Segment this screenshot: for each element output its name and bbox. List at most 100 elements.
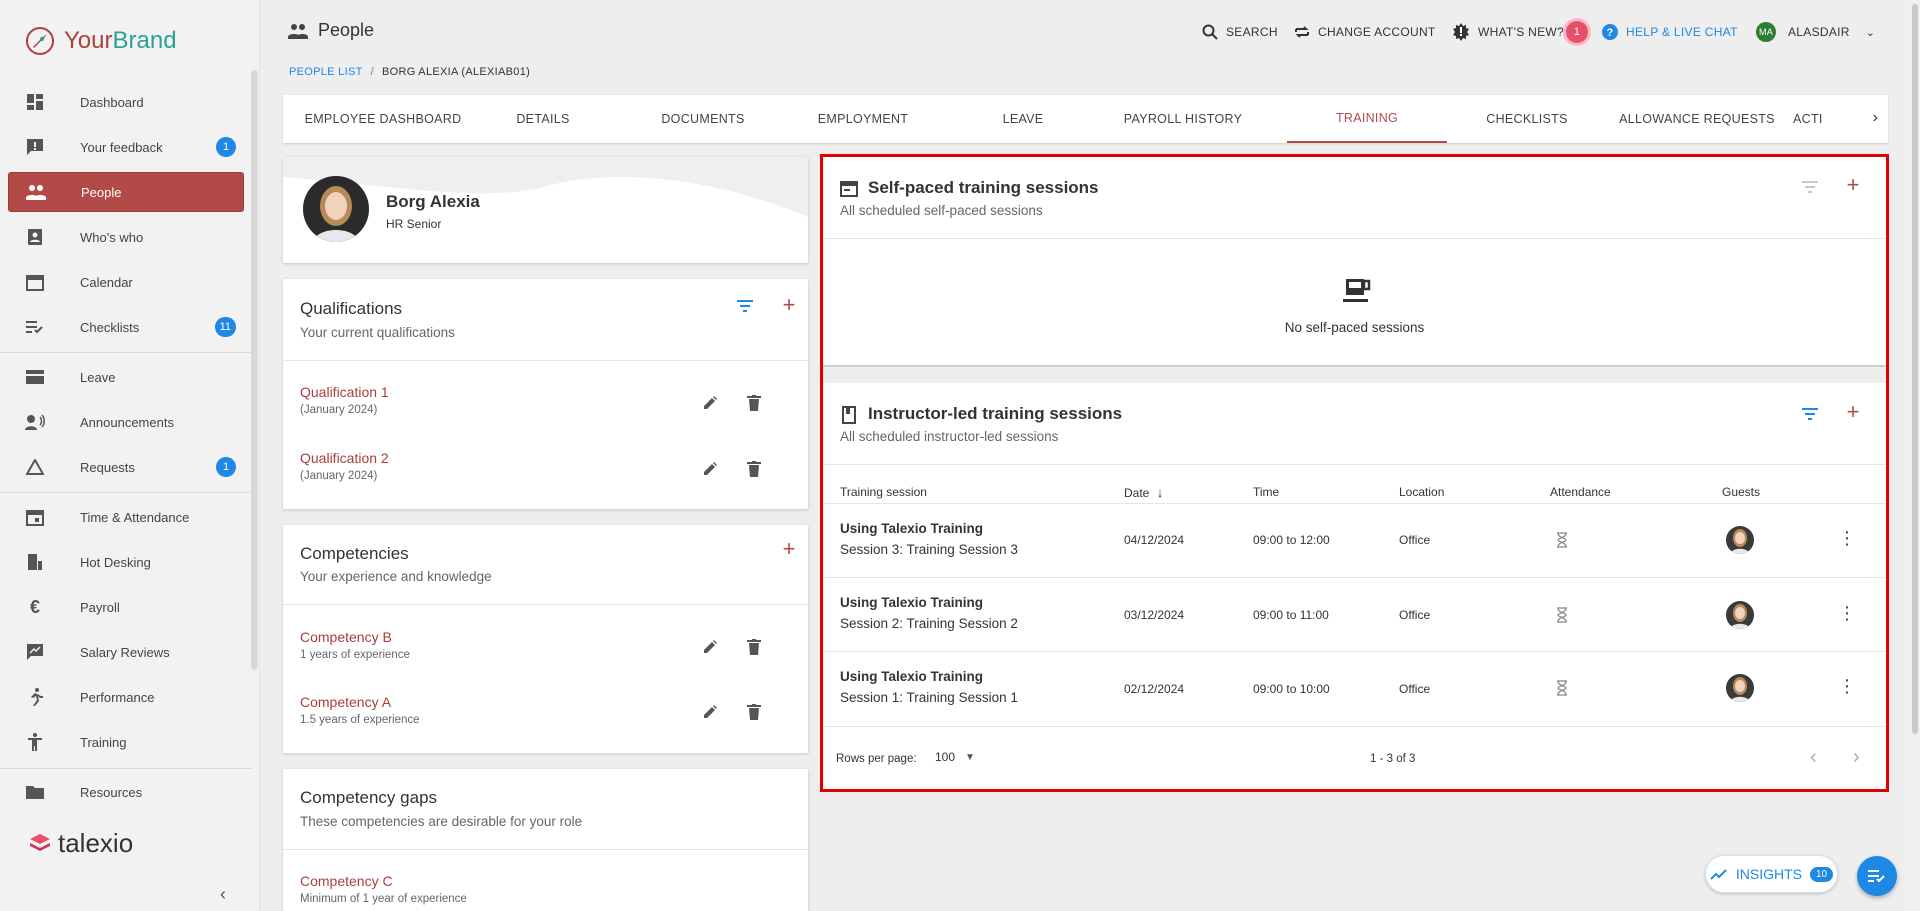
tab-training[interactable]: TRAINING <box>1287 95 1447 143</box>
sidebar-item-training[interactable]: Training <box>8 722 244 762</box>
time-icon <box>24 506 46 528</box>
leave-icon <box>24 366 46 388</box>
feedback-icon <box>24 136 46 158</box>
page-scrollbar-thumb[interactable] <box>1912 4 1918 734</box>
breadcrumb-people-list[interactable]: PEOPLE LIST <box>289 66 363 78</box>
divider <box>283 360 808 361</box>
performance-icon <box>24 686 46 708</box>
chevron-down-icon: ⌄ <box>1865 26 1876 39</box>
tab-payroll-history[interactable]: PAYROLL HISTORY <box>1103 95 1263 143</box>
svg-text:?: ? <box>1606 27 1613 39</box>
avatar-portrait <box>303 176 369 242</box>
sidebar-divider <box>0 492 252 493</box>
whats-new-count: 1 <box>1566 21 1589 43</box>
sidebar-item-hot-desking[interactable]: Hot Desking <box>8 542 244 582</box>
whats-new-label: WHAT'S NEW? <box>1478 25 1565 39</box>
page-title-text: People <box>318 20 375 40</box>
checklist-fab[interactable] <box>1857 856 1897 896</box>
highlight-box <box>820 154 1889 792</box>
qualification-date: (January 2024) <box>300 470 378 482</box>
folder-icon <box>24 781 46 803</box>
change-account-button[interactable]: CHANGE ACCOUNT <box>1294 18 1436 46</box>
whats-new-button[interactable]: WHAT'S NEW? 1 <box>1452 18 1589 46</box>
sidebar-item-label: Time & Attendance <box>80 509 190 525</box>
edit-icon[interactable] <box>698 635 722 659</box>
sidebar-item-leave[interactable]: Leave <box>8 357 244 397</box>
add-competency-button[interactable]: + <box>777 536 801 561</box>
help-live-chat-button[interactable]: ? HELP & LIVE CHAT <box>1602 18 1738 46</box>
delete-icon[interactable] <box>742 457 766 481</box>
sidebar-item-whos-who[interactable]: Who's who <box>8 217 244 257</box>
edit-icon[interactable] <box>698 457 722 481</box>
sidebar-item-time-attendance[interactable]: Time & Attendance <box>8 497 244 537</box>
tab-employment[interactable]: EMPLOYMENT <box>783 95 943 143</box>
sidebar-item-announcements[interactable]: Announcements <box>8 402 244 442</box>
insights-label: INSIGHTS <box>1735 866 1802 882</box>
sidebar-item-payroll[interactable]: € Payroll <box>8 587 244 627</box>
collapse-sidebar-icon[interactable]: ‹ <box>220 884 226 905</box>
sidebar-item-your-feedback[interactable]: Your feedback 1 <box>8 127 244 167</box>
competency-link[interactable]: Competency B <box>300 629 392 645</box>
search-button[interactable]: SEARCH <box>1202 18 1278 46</box>
page-scrollbar[interactable] <box>1910 0 1920 911</box>
breadcrumb-current: BORG ALEXIA (ALEXIAB01) <box>381 66 531 78</box>
desk-icon <box>24 551 46 573</box>
competency-gap-detail: Minimum of 1 year of experience <box>300 893 467 905</box>
sidebar-divider <box>0 768 252 769</box>
user-menu[interactable]: MA ALASDAIR ⌄ <box>1756 18 1875 46</box>
sidebar-item-performance[interactable]: Performance <box>8 677 244 717</box>
edit-icon[interactable] <box>698 700 722 724</box>
qualification-date: (January 2024) <box>300 404 378 416</box>
sidebar-item-label: Payroll <box>80 599 120 615</box>
dashboard-icon <box>24 91 46 113</box>
tab-details[interactable]: DETAILS <box>463 95 623 143</box>
sidebar-item-label: Calendar <box>80 274 133 290</box>
sidebar-item-dashboard[interactable]: Dashboard <box>8 82 244 122</box>
sidebar-item-label: Hot Desking <box>80 554 151 570</box>
competency-gap-link[interactable]: Competency C <box>300 873 393 889</box>
sidebar-item-people[interactable]: People <box>8 172 244 212</box>
insights-button[interactable]: INSIGHTS 10 <box>1705 855 1838 893</box>
sidebar-item-label: People <box>81 184 122 200</box>
delete-icon[interactable] <box>742 391 766 415</box>
qualifications-card: Qualifications Your current qualificatio… <box>283 279 808 509</box>
tab-employee-dashboard[interactable]: EMPLOYEE DASHBOARD <box>303 95 463 143</box>
add-qualification-button[interactable]: + <box>777 292 801 317</box>
qualification-link[interactable]: Qualification 1 <box>300 384 389 400</box>
sidebar-item-label: Checklists <box>80 319 140 335</box>
salary-review-icon <box>24 641 46 663</box>
sidebar-item-resources[interactable]: Resources <box>8 772 244 812</box>
chevron-right-icon[interactable]: › <box>1873 109 1878 127</box>
checklist-icon <box>24 316 46 338</box>
sidebar-item-calendar[interactable]: Calendar <box>8 262 244 302</box>
talexio-logo: talexio <box>28 828 133 859</box>
requests-icon <box>24 456 46 478</box>
delete-icon[interactable] <box>742 635 766 659</box>
competencies-subtitle: Your experience and knowledge <box>300 569 492 584</box>
sidebar-item-salary-reviews[interactable]: Salary Reviews <box>8 632 244 672</box>
tab-acti[interactable]: ACTI <box>1793 95 1853 143</box>
feedback-badge: 1 <box>216 137 236 157</box>
qualification-link[interactable]: Qualification 2 <box>300 450 389 466</box>
contact-icon <box>24 226 46 248</box>
sidebar-item-checklists[interactable]: Checklists 11 <box>8 307 244 347</box>
tab-documents[interactable]: DOCUMENTS <box>623 95 783 143</box>
search-label: SEARCH <box>1226 25 1278 39</box>
tab-leave[interactable]: LEAVE <box>943 95 1103 143</box>
delete-icon[interactable] <box>742 700 766 724</box>
sidebar-scrollbar[interactable] <box>251 70 258 670</box>
competency-link[interactable]: Competency A <box>300 694 391 710</box>
brand-logo[interactable]: Your Brand <box>24 24 177 58</box>
calendar-icon <box>24 271 46 293</box>
competencies-title: Competencies <box>300 544 409 563</box>
breadcrumb: PEOPLE LIST / BORG ALEXIA (ALEXIAB01) <box>289 66 530 78</box>
tab-allowance-requests[interactable]: ALLOWANCE REQUESTS <box>1607 95 1787 143</box>
edit-icon[interactable] <box>698 391 722 415</box>
filter-icon[interactable] <box>733 294 757 318</box>
euro-icon: € <box>29 596 40 617</box>
sidebar-item-requests[interactable]: Requests 1 <box>8 447 244 487</box>
tab-checklists[interactable]: CHECKLISTS <box>1447 95 1607 143</box>
profile-name: Borg Alexia <box>386 192 480 211</box>
brand-part2: Brand <box>112 27 177 54</box>
breadcrumb-separator: / <box>370 66 374 78</box>
